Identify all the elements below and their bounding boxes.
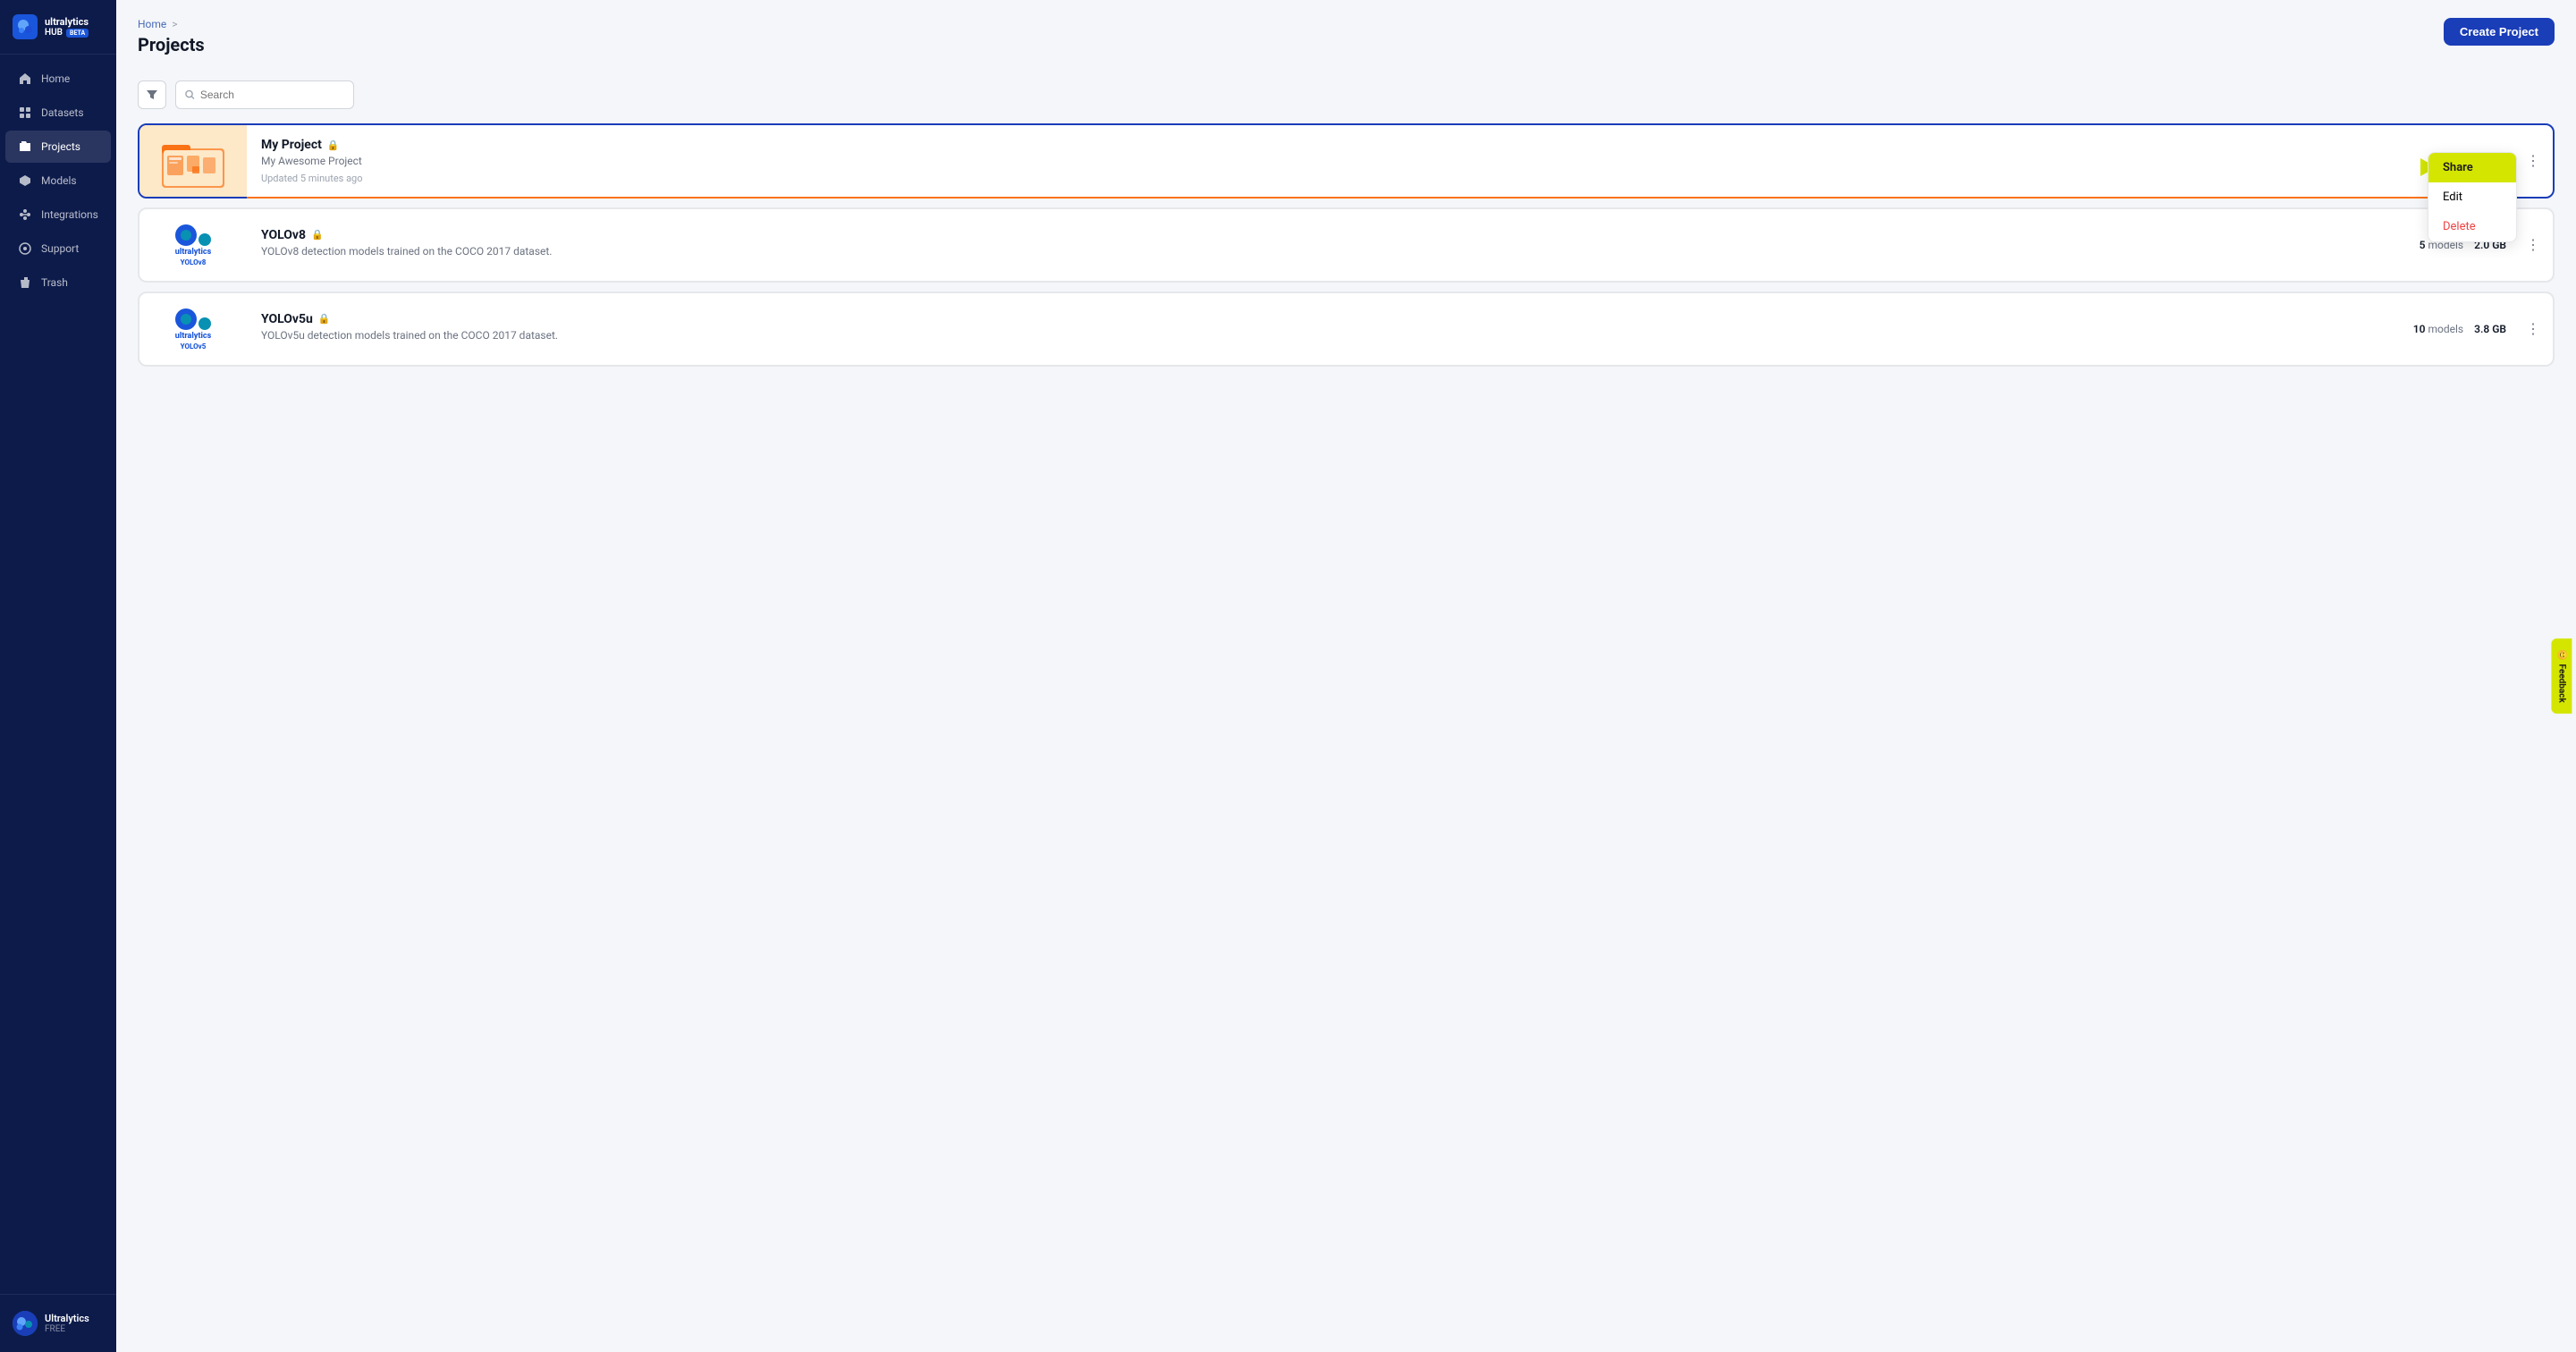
project-info-yolov8: YOLOv8 🔒 YOLOv8 detection models trained… <box>247 217 2405 274</box>
sidebar-item-support[interactable]: Support <box>5 232 111 265</box>
breadcrumb-home[interactable]: Home <box>138 18 166 30</box>
beta-badge: BETA <box>66 29 89 38</box>
project-list: My Project 🔒 My Awesome Project Updated … <box>138 123 2555 367</box>
sidebar-bottom: Ultralytics FREE <box>0 1294 116 1352</box>
project-meta-yolov5u: 10 models 3.8 GB <box>2399 312 2521 346</box>
project-menu-button-yolov5u[interactable]: ⋮ <box>2521 317 2546 342</box>
lock-icon-yolov5u: 🔒 <box>318 313 331 325</box>
project-thumbnail-my-project <box>139 125 247 197</box>
feedback-icon: 😊 <box>2557 649 2567 660</box>
logo-icon <box>13 14 38 39</box>
sidebar-item-trash[interactable]: Trash <box>5 266 111 299</box>
toolbar <box>138 80 2555 109</box>
search-box <box>175 80 354 109</box>
dropdown-share[interactable]: Share <box>2428 153 2516 182</box>
models-count-yolov5u: 10 models <box>2413 323 2463 335</box>
project-desc-my-project: My Awesome Project <box>261 155 2434 167</box>
sidebar: ultralytics HUB BETA Home Datasets Proje… <box>0 0 116 1352</box>
project-card-yolov5u[interactable]: ultralytics YOLOv5 YOLOv5u 🔒 YOLOv5u det… <box>138 292 2555 367</box>
logo-text: ultralytics HUB BETA <box>45 16 89 38</box>
project-name-yolov5u: YOLOv5u 🔒 <box>261 312 2385 326</box>
logo-name: ultralytics <box>45 16 89 28</box>
project-card-my-project[interactable]: My Project 🔒 My Awesome Project Updated … <box>138 123 2555 199</box>
search-input[interactable] <box>200 89 344 101</box>
support-icon <box>18 241 32 256</box>
breadcrumb: Home > <box>138 18 205 30</box>
main-content: Home > Projects Create Project <box>116 0 2576 1352</box>
avatar <box>13 1311 38 1336</box>
lock-icon: 🔒 <box>327 139 340 151</box>
home-icon <box>18 72 32 86</box>
project-thumbnail-yolov5u: ultralytics YOLOv5 <box>139 293 247 365</box>
models-icon <box>18 173 32 188</box>
dropdown-delete[interactable]: Delete <box>2428 212 2516 241</box>
datasets-icon <box>18 106 32 120</box>
content-area: Home > Projects Create Project <box>116 0 2576 1352</box>
sidebar-item-datasets[interactable]: Datasets <box>5 97 111 129</box>
user-plan: FREE <box>45 1324 89 1334</box>
folder-icon <box>160 132 227 190</box>
integrations-icon <box>18 207 32 222</box>
projects-icon <box>18 139 32 154</box>
project-info-my-project: My Project 🔒 My Awesome Project Updated … <box>247 127 2448 195</box>
lock-icon-yolov8: 🔒 <box>311 229 324 241</box>
file-size-yolov5u: 3.8 GB <box>2474 323 2506 335</box>
filter-button[interactable] <box>138 80 166 109</box>
sidebar-item-integrations[interactable]: Integrations <box>5 199 111 231</box>
project-updated-my-project: Updated 5 minutes ago <box>261 173 2434 184</box>
project-desc-yolov5u: YOLOv5u detection models trained on the … <box>261 329 2385 342</box>
search-icon <box>185 89 195 100</box>
user-name: Ultralytics <box>45 1313 89 1324</box>
project-name-yolov8: YOLOv8 🔒 <box>261 228 2391 242</box>
project-info-yolov5u: YOLOv5u 🔒 YOLOv5u detection models train… <box>247 301 2399 358</box>
page-title: Projects <box>138 34 205 55</box>
trash-icon <box>18 275 32 290</box>
logo: ultralytics HUB BETA <box>0 0 116 55</box>
project-name-my-project: My Project 🔒 <box>261 138 2434 152</box>
project-menu-button-my-project[interactable]: ⋮ <box>2521 148 2546 173</box>
project-thumbnail-yolov8: ultralytics YOLOv8 <box>139 209 247 281</box>
feedback-tab[interactable]: 😊 Feedback <box>2552 638 2572 714</box>
ultralytics-logo-v8: ultralytics YOLOv8 <box>175 224 211 266</box>
filter-icon <box>146 89 158 101</box>
sidebar-item-projects[interactable]: Projects <box>5 131 111 163</box>
breadcrumb-separator: > <box>172 18 177 30</box>
progress-line <box>247 197 2428 199</box>
ultralytics-logo-v5: ultralytics YOLOv5 <box>175 308 211 351</box>
user-info[interactable]: Ultralytics FREE <box>7 1306 109 1341</box>
logo-hub: HUB BETA <box>45 28 89 38</box>
feedback-label: Feedback <box>2557 664 2567 703</box>
dropdown-menu: Share Edit Delete <box>2428 152 2517 242</box>
sidebar-item-home[interactable]: Home <box>5 63 111 95</box>
project-desc-yolov8: YOLOv8 detection models trained on the C… <box>261 245 2391 258</box>
user-text: Ultralytics FREE <box>45 1313 89 1334</box>
project-menu-button-yolov8[interactable]: ⋮ <box>2521 232 2546 258</box>
project-card-yolov8[interactable]: ultralytics YOLOv8 YOLOv8 🔒 YOLOv8 detec… <box>138 207 2555 283</box>
create-project-button[interactable]: Create Project <box>2444 18 2555 46</box>
dropdown-edit[interactable]: Edit <box>2428 182 2516 212</box>
sidebar-item-models[interactable]: Models <box>5 165 111 197</box>
